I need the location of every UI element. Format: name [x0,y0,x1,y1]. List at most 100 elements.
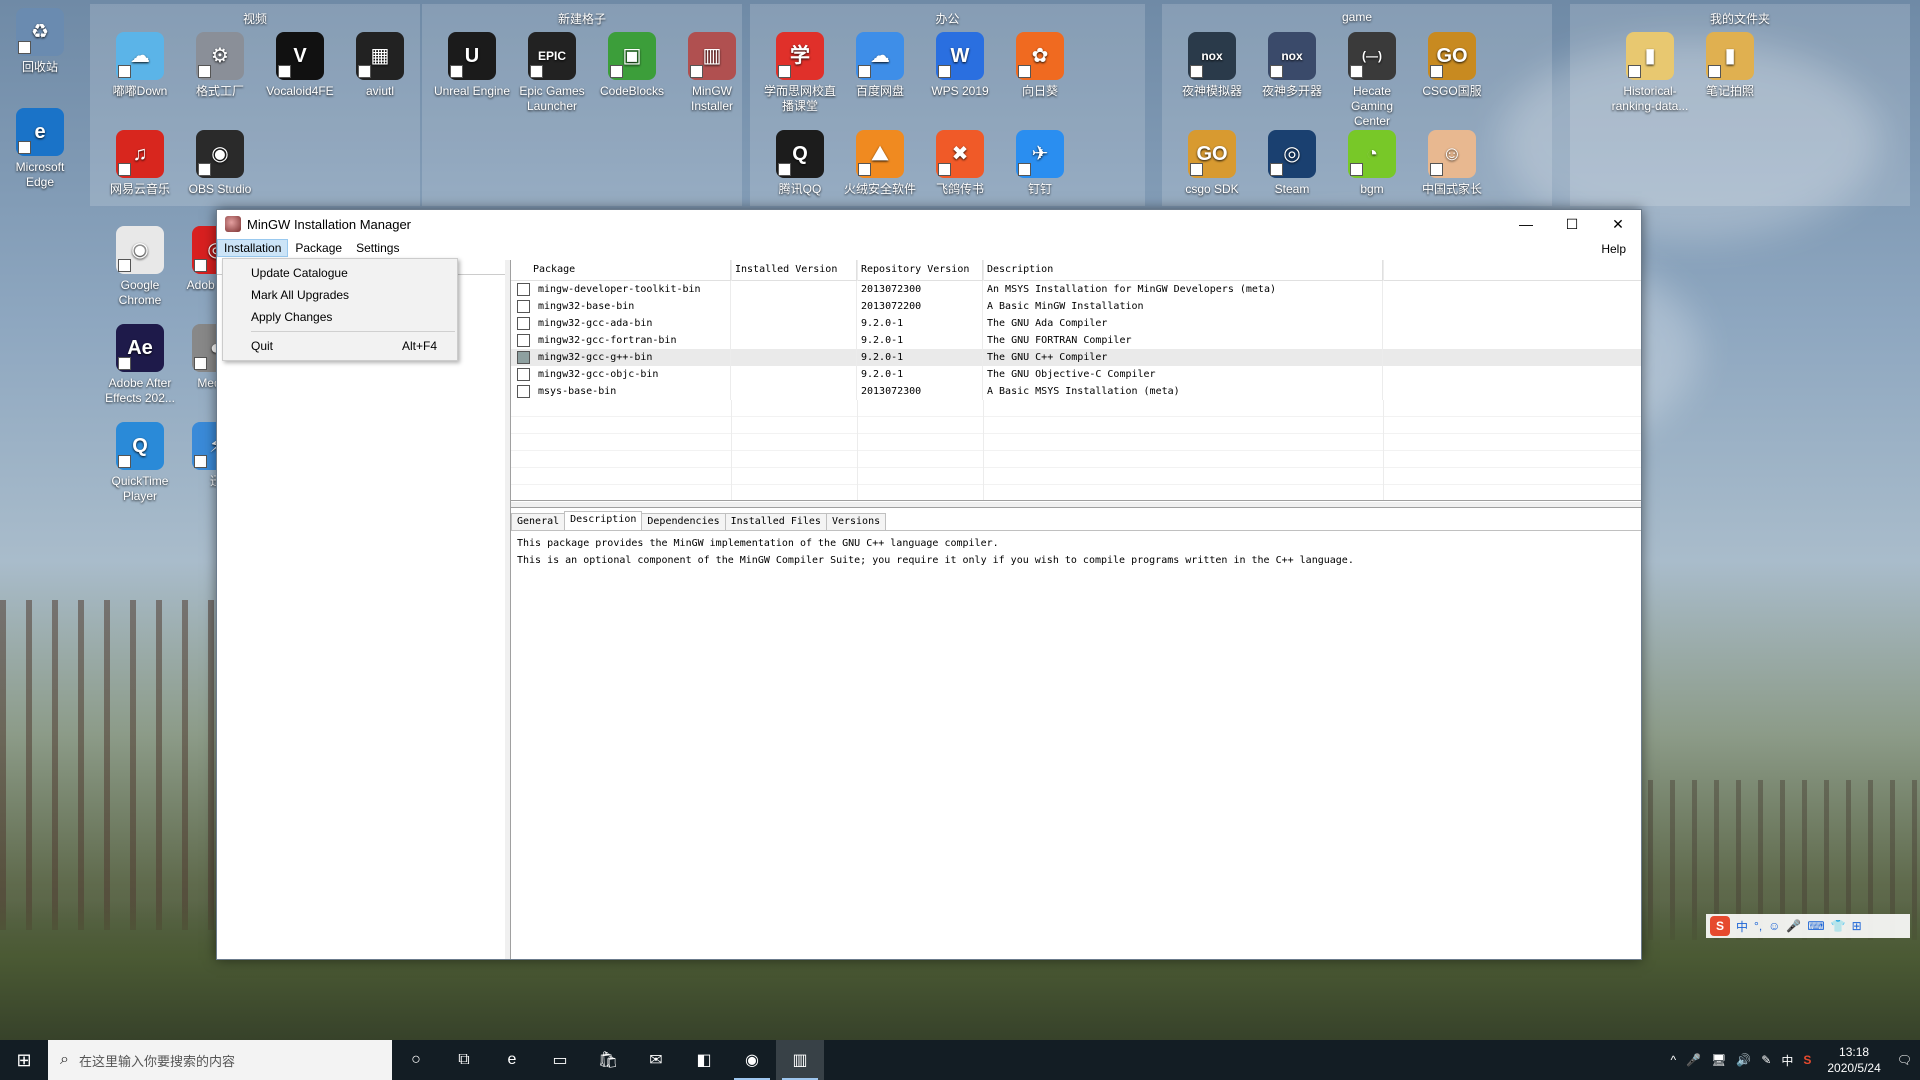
desktop-icon[interactable]: ⚙ 格式工厂 [180,32,260,99]
desktop-icon[interactable]: EPIC Epic Games Launcher [512,32,592,114]
desktop-icon[interactable]: ☁ 百度网盘 [840,32,920,99]
taskbar-search-box[interactable]: ⌕ 在这里输入你要搜索的内容 [48,1040,392,1080]
sogou-tray-icon[interactable]: S [1803,1053,1811,1067]
desktop-icon[interactable]: ⛰ 火绒安全软件 [840,130,920,197]
tab-description[interactable]: Description [564,511,643,530]
table-row[interactable]: mingw32-gcc-g++-bin 9.2.0-1 The GNU C++ Co… [511,349,1641,366]
desktop-icon[interactable]: ♻ 回收站 [0,8,80,75]
clock[interactable]: 13:18 2020/5/24 [1827,1044,1880,1076]
ime-toolbar-icon[interactable]: 中 [1736,918,1748,935]
maximize-button[interactable]: ☐ [1549,210,1595,238]
desktop-icon[interactable]: ☺ 中国式家长 [1412,130,1492,197]
header-package[interactable]: Package [511,260,731,280]
header-repository-version[interactable]: Repository Version [857,260,983,280]
desktop-icon[interactable]: nox 夜神模拟器 [1172,32,1252,99]
desktop-icon[interactable]: ▮ Historical-ranking-data... [1610,32,1690,114]
desktop-icon[interactable]: V Vocaloid4FE [260,32,340,99]
desktop-icon[interactable]: Q QuickTime Player [100,422,180,504]
menu-apply-changes[interactable]: Apply Changes [223,306,457,328]
microphone-icon[interactable]: 🎤 [1686,1053,1701,1067]
package-checkbox[interactable] [517,334,530,347]
desktop-icon[interactable]: ◎ Steam [1252,130,1332,197]
table-row[interactable]: mingw32-base-bin 2013072200 A Basic MinGW … [511,298,1641,315]
ime-toolbar-icon[interactable]: 🎤 [1786,919,1801,933]
header-description[interactable]: Description [983,260,1383,280]
volume-icon[interactable]: 🔊 [1736,1053,1751,1067]
package-checkbox[interactable] [517,368,530,381]
ime-toolbar[interactable]: S 中 °, ☺ 🎤 ⌨ 👕 ⊞ [1706,914,1910,938]
tab-versions[interactable]: Versions [825,513,887,530]
tab-dependencies[interactable]: Dependencies [641,513,726,530]
package-checkbox[interactable] [517,385,530,398]
tab-installed-files[interactable]: Installed Files [724,513,827,530]
menu-help[interactable]: Help [1594,240,1633,258]
ime-toolbar-icon[interactable]: °, [1754,919,1762,933]
notification-center-icon[interactable]: 🗨 [1897,1053,1912,1067]
menu-quit[interactable]: Quit Alt+F4 [223,335,457,357]
taskbar-cortana-icon[interactable]: ○ [392,1040,440,1080]
pen-icon[interactable]: ✎ [1761,1053,1771,1067]
desktop-icon[interactable]: ▥ MinGW Installer [672,32,752,114]
tab-general[interactable]: General [511,513,566,530]
tray-chevron-icon[interactable]: ^ [1671,1053,1677,1067]
desktop-icon[interactable]: Ae Adobe After Effects 202... [100,324,180,406]
minimize-button[interactable]: — [1503,210,1549,238]
network-icon[interactable]: 🖥 [1711,1053,1726,1067]
input-language-indicator[interactable]: 中 [1781,1052,1793,1069]
menu-mark-all-upgrades[interactable]: Mark All Upgrades [223,284,457,306]
taskbar-file-explorer-icon[interactable]: ▭ [536,1040,584,1080]
desktop-icon[interactable]: ♫ 网易云音乐 [100,130,180,197]
package-checkbox[interactable] [517,283,530,296]
desktop-icon[interactable]: Q 腾讯QQ [760,130,840,197]
ime-toolbar-icon[interactable]: ☺ [1768,919,1780,933]
ime-toolbar-icon[interactable]: ⊞ [1852,919,1862,933]
package-checkbox[interactable] [517,317,530,330]
desktop-icon[interactable]: ✖ 飞鸽传书 [920,130,1000,197]
sogou-logo-icon[interactable]: S [1710,916,1730,936]
desktop-icon[interactable]: nox 夜神多开器 [1252,32,1332,99]
desktop-icon[interactable]: (—) Hecate Gaming Center [1332,32,1412,129]
desktop-icon[interactable]: 学学而思网校直播课堂 [760,32,840,114]
desktop-icon[interactable]: ▮ 笔记拍照 [1690,32,1770,99]
desktop-icon[interactable]: ◉ Google Chrome [100,226,180,308]
desktop-icon[interactable]: ◔ bgm [1332,130,1412,197]
mingw-window[interactable]: MinGW Installation Manager — ☐ ✕ Install… [216,209,1642,960]
package-checkbox[interactable] [517,300,530,313]
desktop-icon[interactable]: ◉ OBS Studio [180,130,260,197]
menu-installation[interactable]: Installation [217,239,289,257]
table-row[interactable]: mingw32-gcc-objc-bin 9.2.0-1 The GNU Objec… [511,366,1641,383]
taskbar-obs-icon[interactable]: ◉ [728,1040,776,1080]
taskbar-mingw-icon[interactable]: ▥ [776,1040,824,1080]
desktop-icon[interactable]: e Microsoft Edge [0,108,80,190]
ime-toolbar-icon[interactable]: ⌨ [1807,919,1824,933]
horizontal-splitter[interactable] [511,502,1641,508]
table-row[interactable]: mingw32-gcc-fortran-bin 9.2.0-1 The GNU FO… [511,332,1641,349]
desktop-icon[interactable]: GO csgo SDK [1172,130,1252,197]
menu-package[interactable]: Package [288,239,349,257]
taskbar-store-icon[interactable]: 🛍 [584,1040,632,1080]
desktop-icon[interactable]: GO CSGO国服 [1412,32,1492,99]
desktop-icon[interactable]: W WPS 2019 [920,32,1000,99]
header-installed-version[interactable]: Installed Version [731,260,857,280]
taskbar-edge-icon[interactable]: e [488,1040,536,1080]
taskbar-task-view-icon[interactable]: ⧉ [440,1040,488,1080]
close-button[interactable]: ✕ [1595,210,1641,238]
menu-settings[interactable]: Settings [349,239,406,257]
table-row[interactable]: mingw-developer-toolkit-bin 2013072300 An … [511,281,1641,298]
desktop-icon[interactable]: ✈ 钉钉 [1000,130,1080,197]
taskbar-mail-icon[interactable]: ✉ [632,1040,680,1080]
start-button[interactable]: ⊞ [0,1040,48,1080]
taskbar-visual-studio-icon[interactable]: ◧ [680,1040,728,1080]
table-row[interactable]: msys-base-bin 2013072300 A Basic MSYS Inst… [511,383,1641,400]
desktop-icon[interactable]: ✿ 向日葵 [1000,32,1080,99]
title-bar[interactable]: MinGW Installation Manager — ☐ ✕ [217,210,1641,238]
catalogue-tree-pane[interactable] [217,260,506,959]
desktop-icon[interactable]: U Unreal Engine [432,32,512,99]
desktop-icon[interactable]: ▣ CodeBlocks [592,32,672,99]
desktop-icon[interactable]: ▦ aviutl [340,32,420,99]
table-row[interactable]: mingw32-gcc-ada-bin 9.2.0-1 The GNU Ada Co… [511,315,1641,332]
ime-toolbar-icon[interactable]: 👕 [1831,919,1846,933]
package-checkbox[interactable] [517,351,530,364]
desktop-icon[interactable]: ☁ 嘟嘟Down [100,32,180,99]
menu-update-catalogue[interactable]: Update Catalogue [223,262,457,284]
